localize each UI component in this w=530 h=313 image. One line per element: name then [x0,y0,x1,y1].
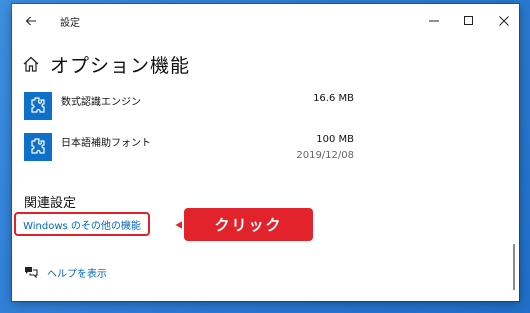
feature-size: 100 MB [316,134,354,145]
window-title: 設定 [60,18,80,29]
page-title: オプション機能 [50,54,191,77]
home-icon[interactable] [22,55,40,73]
close-icon [499,16,509,26]
maximize-icon [464,16,473,25]
maximize-button[interactable] [452,8,486,34]
get-help-link[interactable]: ヘルプを表示 [24,264,107,280]
feature-install-date: 2019/12/08 [296,150,354,161]
page-header: オプション機能 [22,49,190,79]
scrollbar[interactable] [513,244,515,290]
more-windows-features-link[interactable]: Windows のその他の機能 [14,212,150,236]
feature-tile [24,92,52,120]
feature-name: 日本語補助フォント [61,138,151,149]
feature-item-japanese-fonts[interactable]: 日本語補助フォント 100 MB 2019/12/08 [24,133,354,177]
feature-item-math-recognizer[interactable]: 数式認識エンジン 16.6 MB [24,92,354,136]
feature-size: 16.6 MB [313,93,354,104]
help-chat-icon [25,267,38,278]
callout-label: クリック [182,206,315,243]
close-button[interactable] [487,8,519,34]
feature-name: 数式認識エンジン [61,97,141,108]
puzzle-icon [31,97,45,113]
feature-tile [24,133,52,161]
get-help-label: ヘルプを表示 [47,268,107,280]
back-arrow-icon [25,16,36,26]
back-button[interactable] [18,9,44,33]
puzzle-icon [31,138,45,154]
settings-window: 設定 オプション機能 数式認識エンジン 16.6 MB 日本語補助フォント 10… [12,4,519,301]
title-bar: 設定 [12,4,519,38]
minimize-icon [429,20,439,22]
minimize-button[interactable] [417,8,451,34]
related-settings-heading: 関連設定 [24,196,77,211]
